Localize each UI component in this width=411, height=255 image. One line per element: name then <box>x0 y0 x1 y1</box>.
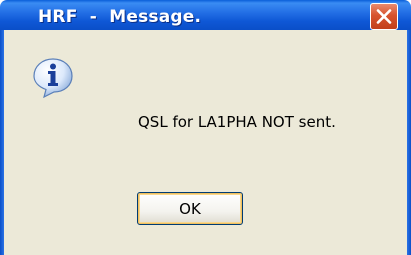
info-icon <box>33 58 73 99</box>
window-title: HRF - Message. <box>38 7 202 27</box>
close-button[interactable] <box>370 3 398 30</box>
title-bar[interactable]: HRF - Message. <box>0 0 411 30</box>
dialog-message: QSL for LA1PHA NOT sent. <box>138 113 336 131</box>
ok-button-label: OK <box>179 199 201 218</box>
message-dialog-window: HRF - Message. QSL for LA1PHA NOT sent. … <box>0 0 411 255</box>
close-icon <box>376 9 392 24</box>
ok-button[interactable]: OK <box>137 192 243 225</box>
window-frame-right <box>407 30 411 255</box>
